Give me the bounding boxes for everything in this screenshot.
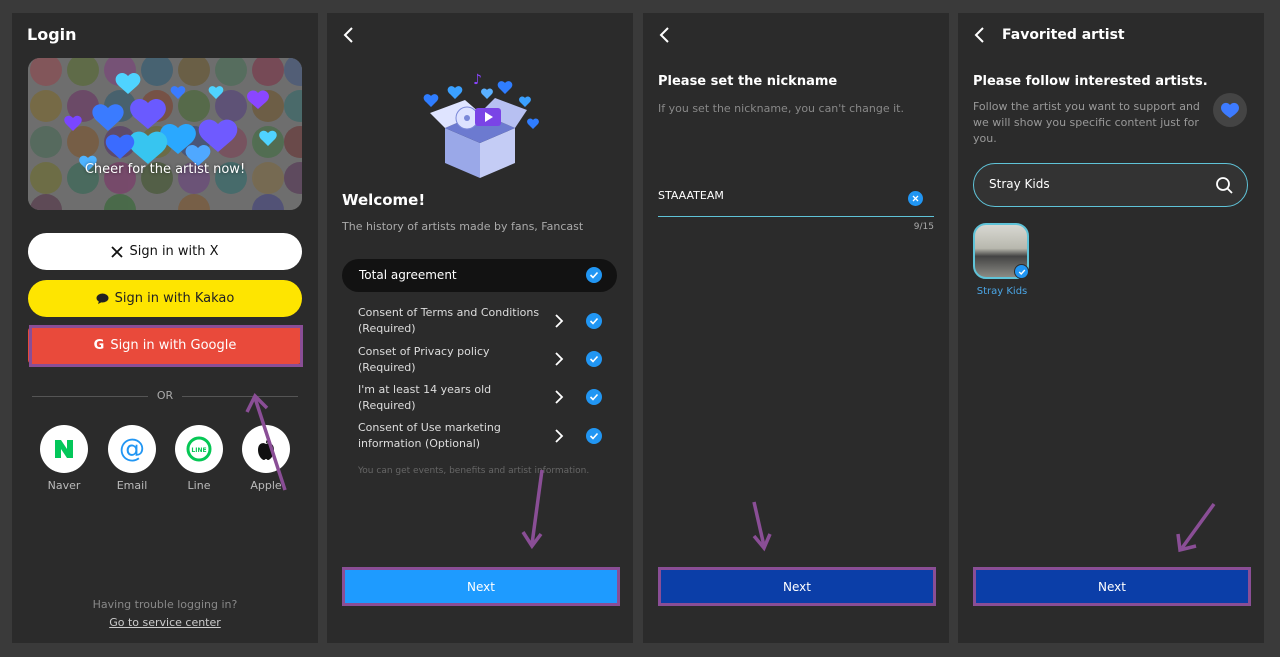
sign-in-google-label: Sign in with Google (110, 338, 237, 353)
chevron-right-icon[interactable] (553, 351, 565, 367)
email-login[interactable]: @ Email (107, 425, 157, 492)
consent-age-checkbox[interactable] (586, 389, 602, 405)
clear-input-icon[interactable] (908, 191, 923, 206)
apple-icon[interactable] (242, 425, 290, 473)
chevron-right-icon[interactable] (553, 313, 565, 329)
welcome-title: Welcome! (342, 191, 426, 209)
back-arrow-icon[interactable] (657, 25, 673, 45)
consent-marketing-checkbox[interactable] (586, 428, 602, 444)
naver-label: Naver (47, 479, 81, 492)
consent-terms-checkbox[interactable] (586, 313, 602, 329)
nickname-title: Please set the nickname (658, 74, 838, 89)
nickname-subtitle: If you set the nickname, you can't chang… (658, 102, 904, 115)
back-arrow-icon[interactable] (972, 25, 988, 45)
favorite-artist-screen: Favorited artist Please follow intereste… (958, 13, 1264, 643)
nickname-field[interactable] (658, 181, 934, 217)
search-icon[interactable] (1215, 176, 1234, 195)
sign-in-kakao-button[interactable]: Sign in with Kakao (28, 280, 302, 317)
x-logo-icon (111, 245, 124, 258)
checkmark-icon (589, 317, 599, 325)
next-button[interactable]: Next (345, 570, 617, 603)
consent-age-label: I'm at least 14 years old (Required) (358, 383, 492, 412)
sign-in-google-button[interactable]: G Sign in with Google (28, 327, 302, 364)
heart-icon (1213, 93, 1247, 127)
consent-marketing-label: Consent of Use marketing information (Op… (358, 421, 501, 450)
consent-terms-label: Consent of Terms and Conditions (Require… (358, 306, 540, 335)
sign-in-x-button[interactable]: Sign in with X (28, 233, 302, 270)
email-at-icon[interactable]: @ (108, 425, 156, 473)
next-button[interactable]: Next (976, 570, 1248, 603)
marketing-note: You can get events, benefits and artist … (358, 466, 590, 476)
consent-privacy-checkbox[interactable] (586, 351, 602, 367)
line-label: Line (187, 479, 211, 492)
page-title: Login (27, 25, 77, 44)
line-icon[interactable]: LINE (175, 425, 223, 473)
checkmark-icon (589, 271, 599, 279)
sign-in-kakao-label: Sign in with Kakao (114, 291, 235, 306)
trouble-text: Having trouble logging in? (92, 598, 238, 611)
artist-name: Stray Kids (976, 286, 1028, 297)
kakao-chat-bubble-icon (96, 293, 109, 304)
service-center-link[interactable]: Go to service center (12, 616, 318, 629)
follow-subtitle: Follow the artist you want to support an… (973, 100, 1200, 145)
chevron-right-icon[interactable] (553, 389, 565, 405)
email-label: Email (116, 479, 148, 492)
svg-text:♪: ♪ (473, 72, 482, 88)
total-agreement-label: Total agreement (359, 268, 457, 282)
apple-label: Apple (250, 479, 282, 492)
checkmark-icon (589, 355, 599, 363)
total-agreement-checkbox[interactable] (586, 267, 602, 283)
svg-text:LINE: LINE (191, 447, 206, 454)
banner-caption: Cheer for the artist now! (84, 162, 246, 177)
welcome-subtitle: The history of artists made by fans, Fan… (342, 220, 584, 233)
welcome-screen: ♪ Welcome! The history of artists made b… (327, 13, 633, 643)
or-divider: OR (32, 388, 298, 404)
google-g-icon: G (93, 338, 105, 353)
gift-box-illustration: ♪ (423, 72, 539, 178)
artist-photo[interactable] (973, 223, 1029, 279)
login-screen: Login Cheer for the artist now! Sign in … (12, 13, 318, 643)
artist-card-stray-kids[interactable]: Stray Kids (973, 223, 1031, 297)
next-button[interactable]: Next (661, 570, 933, 603)
total-agreement-row[interactable]: Total agreement (342, 259, 617, 292)
nickname-input[interactable] (658, 189, 898, 202)
polka-dot-hearts-image (28, 58, 302, 210)
apple-login[interactable]: Apple (241, 425, 291, 492)
divider-line-right (182, 396, 298, 397)
naver-icon[interactable] (40, 425, 88, 473)
chevron-right-icon[interactable] (553, 428, 565, 444)
follow-title: Please follow interested artists. (973, 74, 1208, 89)
consent-privacy-label: Conset of Privacy policy (Required) (358, 345, 490, 374)
artist-search-field[interactable] (973, 163, 1248, 207)
character-counter: 9/15 (913, 222, 934, 232)
checkmark-icon (589, 393, 599, 401)
checkmark-icon (589, 432, 599, 440)
page-title: Favorited artist (1002, 27, 1125, 43)
selected-check-icon (1014, 264, 1029, 279)
artist-search-input[interactable] (989, 177, 1199, 191)
sign-in-x-label: Sign in with X (129, 244, 219, 259)
line-login[interactable]: LINE Line (174, 425, 224, 492)
nickname-screen: Please set the nickname If you set the n… (643, 13, 949, 643)
back-arrow-icon[interactable] (341, 25, 357, 45)
cheer-banner[interactable]: Cheer for the artist now! (28, 58, 302, 210)
naver-login[interactable]: Naver (39, 425, 89, 492)
